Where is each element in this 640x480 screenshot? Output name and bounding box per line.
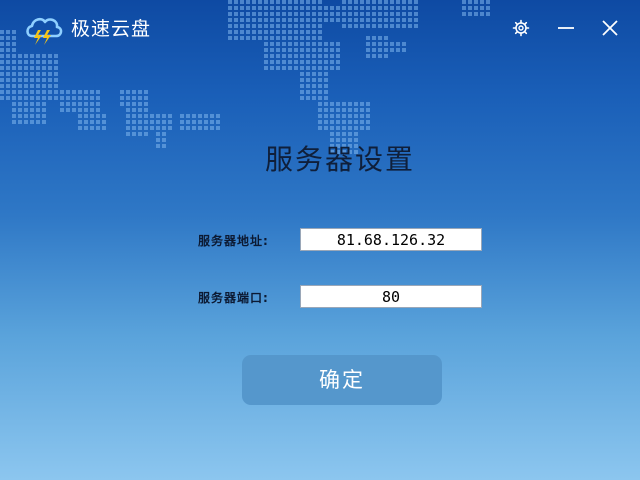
- minimize-button[interactable]: [553, 15, 579, 41]
- server-settings-window: 极速云盘 服务器设置 服务器地址: 81.68.126.32 服务器端口: 80…: [0, 0, 640, 480]
- gear-icon: [512, 19, 530, 37]
- server-address-label: 服务器地址:: [198, 234, 269, 248]
- server-port-label: 服务器端口:: [198, 291, 269, 305]
- server-address-input[interactable]: [300, 228, 482, 251]
- minimize-icon: [558, 27, 574, 29]
- close-button[interactable]: [597, 15, 623, 41]
- cloud-lightning-icon: [26, 17, 63, 45]
- server-port-input[interactable]: [300, 285, 482, 308]
- close-icon: [602, 20, 618, 36]
- settings-button[interactable]: [508, 15, 534, 41]
- page-title: 服务器设置: [264, 143, 415, 176]
- confirm-button[interactable]: 确定: [242, 355, 442, 405]
- app-title: 极速云盘: [71, 18, 152, 40]
